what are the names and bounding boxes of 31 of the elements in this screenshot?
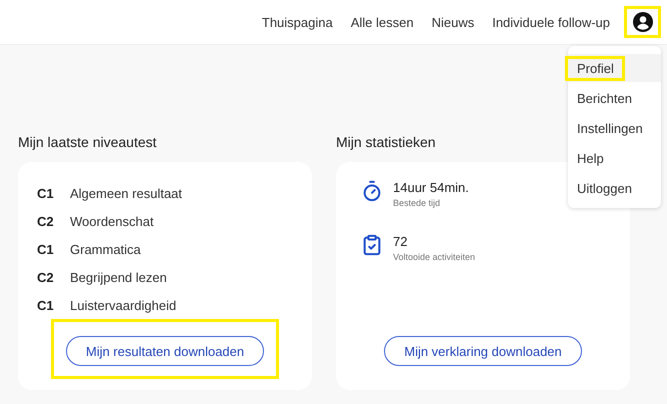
menu-item[interactable]: Help <box>568 144 661 172</box>
menu-item[interactable]: Berichten <box>568 84 661 112</box>
clipboard-check-icon <box>361 234 383 256</box>
nav-link[interactable]: Thuispagina <box>262 14 333 30</box>
menu-item[interactable]: Profiel <box>568 54 661 82</box>
stopwatch-icon <box>361 180 383 202</box>
level-label: C1 <box>37 298 55 313</box>
nav-link[interactable]: Individuele follow-up <box>492 14 610 30</box>
section-title: Mijn statistieken <box>336 134 437 150</box>
stat-caption: Voltooide activiteiten <box>393 252 476 262</box>
stat-value: 72 <box>393 234 408 249</box>
download-button[interactable]: Mijn verklaring downloaden <box>384 336 582 366</box>
level-label: C1 <box>37 186 55 202</box>
skill-label: Algemeen resultaat <box>70 186 182 202</box>
download-button[interactable]: Mijn resultaten downloaden <box>66 336 264 366</box>
nav-link[interactable]: Nieuws <box>432 14 474 30</box>
level-label: C1 <box>37 242 55 257</box>
account-button[interactable] <box>624 6 661 38</box>
skill-label: Grammatica <box>70 242 141 257</box>
section-title: Mijn laatste niveautest <box>18 134 158 150</box>
skill-label: Woordenschat <box>70 214 154 230</box>
menu-item[interactable]: Instellingen <box>568 114 661 142</box>
skill-label: Luistervaardigheid <box>70 298 176 313</box>
skill-label: Begrijpend lezen <box>70 270 167 285</box>
nav-link[interactable]: Alle lessen <box>350 14 414 30</box>
level-label: C2 <box>37 214 55 230</box>
level-label: C2 <box>37 270 55 285</box>
menu-item[interactable]: Uitloggen <box>568 174 661 202</box>
user-avatar-icon <box>632 12 652 32</box>
stat-value: 14uur 54min. <box>393 180 469 195</box>
stat-caption: Bestede tijd <box>393 198 442 208</box>
